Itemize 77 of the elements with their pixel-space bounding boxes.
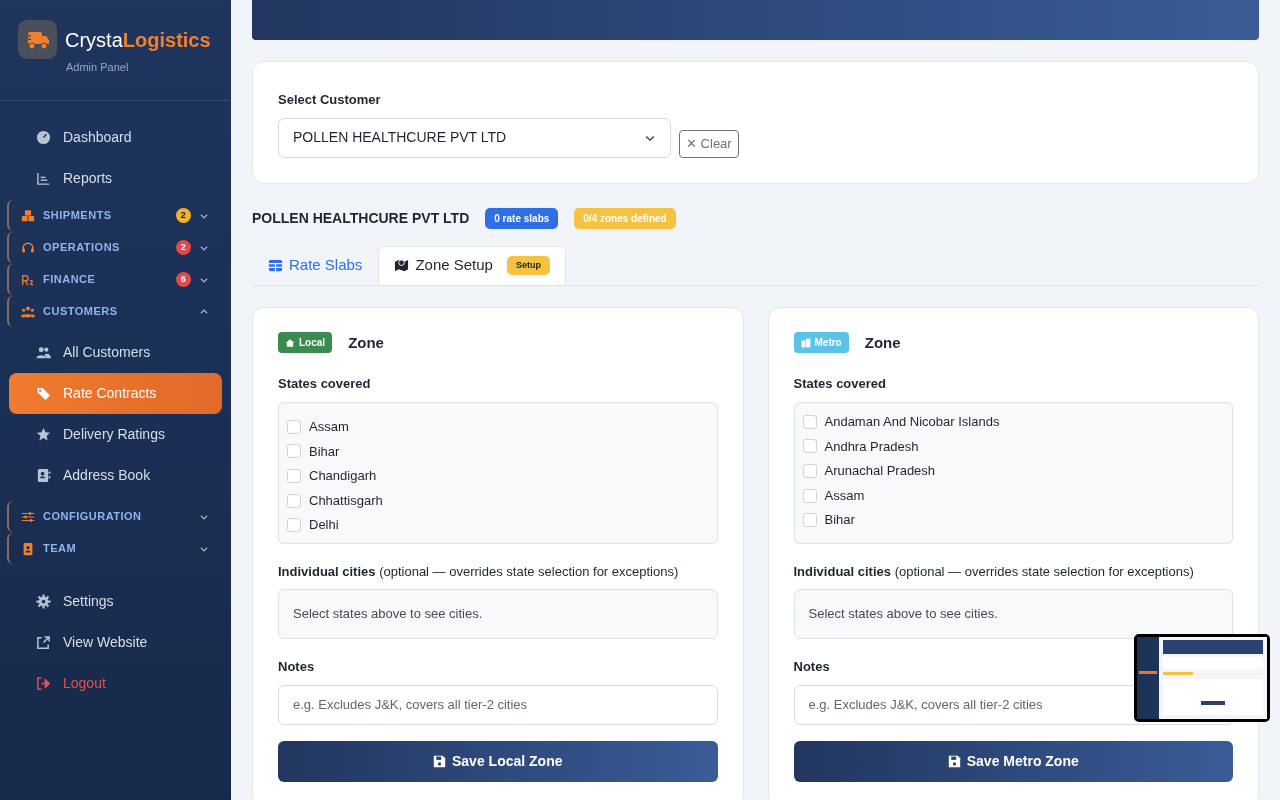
field-label: States covered: [278, 375, 372, 393]
nav-link[interactable]: Delivery Ratings: [9, 414, 222, 455]
field-label: Notes: [278, 658, 316, 676]
id-badge-icon: [21, 541, 35, 556]
logout-icon: [36, 676, 51, 691]
nav-section[interactable]: CONFIGURATION: [7, 501, 209, 532]
tab-badge: Setup: [506, 255, 550, 276]
settings-icon: [36, 594, 51, 609]
sliders-icon: [21, 509, 35, 524]
zone-tag: Metro: [793, 332, 849, 354]
users-icon: [21, 304, 35, 319]
headset-icon: [21, 240, 35, 255]
state-list[interactable]: Assam Bihar Chandigarh Chhattisgarh Delhi: [278, 401, 718, 544]
nav-section[interactable]: OPERATIONS 2: [7, 232, 209, 263]
zone-tag: Local: [278, 332, 333, 354]
state-checkbox[interactable]: Assam: [802, 483, 1224, 508]
nav-link[interactable]: Address Book: [9, 455, 222, 496]
nav-link[interactable]: View Website: [9, 622, 222, 663]
state-checkbox[interactable]: Bihar: [287, 439, 709, 464]
star-icon: [36, 427, 51, 442]
map-icon: [394, 258, 410, 273]
field-label: Select Customer: [278, 91, 382, 109]
zone-title: Zone: [864, 332, 901, 353]
state-checkbox[interactable]: Chandigarh: [287, 463, 709, 489]
status-badge: 0/4 zones defined: [574, 207, 676, 229]
clear-button[interactable]: ✕ Clear: [679, 130, 739, 158]
nav-section[interactable]: TEAM: [7, 533, 209, 564]
boxes-icon: [21, 208, 35, 223]
nav-section[interactable]: CUSTOMERS: [7, 296, 209, 327]
state-checkbox[interactable]: Arunachal Pradesh: [802, 458, 1224, 484]
save-icon: [947, 754, 961, 768]
nav-link[interactable]: Reports: [9, 158, 222, 199]
save-icon: [433, 754, 446, 768]
brand-name: CrystaLogistics: [65, 27, 211, 53]
field-label: Individual cities (optional — overrides state selection for exceptions): [278, 562, 680, 581]
nav-link[interactable]: Settings: [9, 581, 222, 622]
customer-select[interactable]: POLLEN HEALTHCURE PVT LTD: [278, 117, 671, 158]
cities-field[interactable]: Select states above to see cities.: [278, 589, 718, 639]
save-button[interactable]: Save Local Zone: [278, 740, 718, 782]
cities-field[interactable]: Select states above to see cities.: [793, 589, 1233, 639]
count-badge: 2: [176, 208, 191, 223]
nav-link[interactable]: Dashboard: [9, 117, 222, 158]
notes-field[interactable]: e.g. Excludes J&K, covers all tier-2 cities: [278, 684, 718, 725]
status-badge: 0 rate slabs: [485, 207, 559, 229]
brand-subtitle: Admin Panel: [66, 60, 130, 75]
state-checkbox[interactable]: Andhra Pradesh: [802, 434, 1224, 459]
state-checkbox[interactable]: Chhattisgarh: [287, 488, 709, 513]
external-link-icon: [36, 635, 51, 650]
nav-section[interactable]: FINANCE 6: [7, 264, 209, 295]
tab[interactable]: Zone Setup Setup: [378, 245, 566, 285]
tag-icon: [36, 386, 51, 401]
state-list[interactable]: Andaman And Nicobar Islands Andhra Pradesh Arunachal Pradesh Assam Bihar: [793, 401, 1233, 544]
field-label: States covered: [793, 375, 887, 393]
state-checkbox[interactable]: Assam: [287, 414, 709, 440]
contact-book-icon: [36, 468, 51, 483]
nav-link[interactable]: All Customers: [9, 332, 222, 373]
field-label: Individual cities (optional — overrides state selection for exceptions): [793, 562, 1195, 581]
nav-section[interactable]: SHIPMENTS 2: [7, 200, 209, 231]
home-icon: [285, 337, 295, 348]
truck-icon: [18, 20, 57, 59]
save-button[interactable]: Save Metro Zone: [793, 740, 1233, 782]
customer-name: POLLEN HEALTHCURE PVT LTD: [252, 208, 470, 228]
state-checkbox[interactable]: Bihar: [802, 507, 1224, 533]
nav-link[interactable]: Logout: [9, 663, 222, 704]
chart-icon: [36, 171, 51, 186]
state-checkbox[interactable]: Andaman And Nicobar Islands: [802, 409, 1224, 435]
zone-title: Zone: [348, 332, 384, 353]
count-badge: 2: [176, 240, 191, 255]
count-badge: 6: [176, 272, 191, 287]
table-icon: [268, 258, 283, 273]
buildings-icon: [800, 337, 811, 348]
dashboard-icon: [36, 130, 51, 145]
tab[interactable]: Rate Slabs: [252, 245, 379, 285]
rupee-icon: [21, 272, 35, 287]
state-checkbox[interactable]: Delhi: [287, 512, 709, 538]
users-icon: [36, 345, 51, 360]
field-label: Notes: [793, 658, 831, 676]
